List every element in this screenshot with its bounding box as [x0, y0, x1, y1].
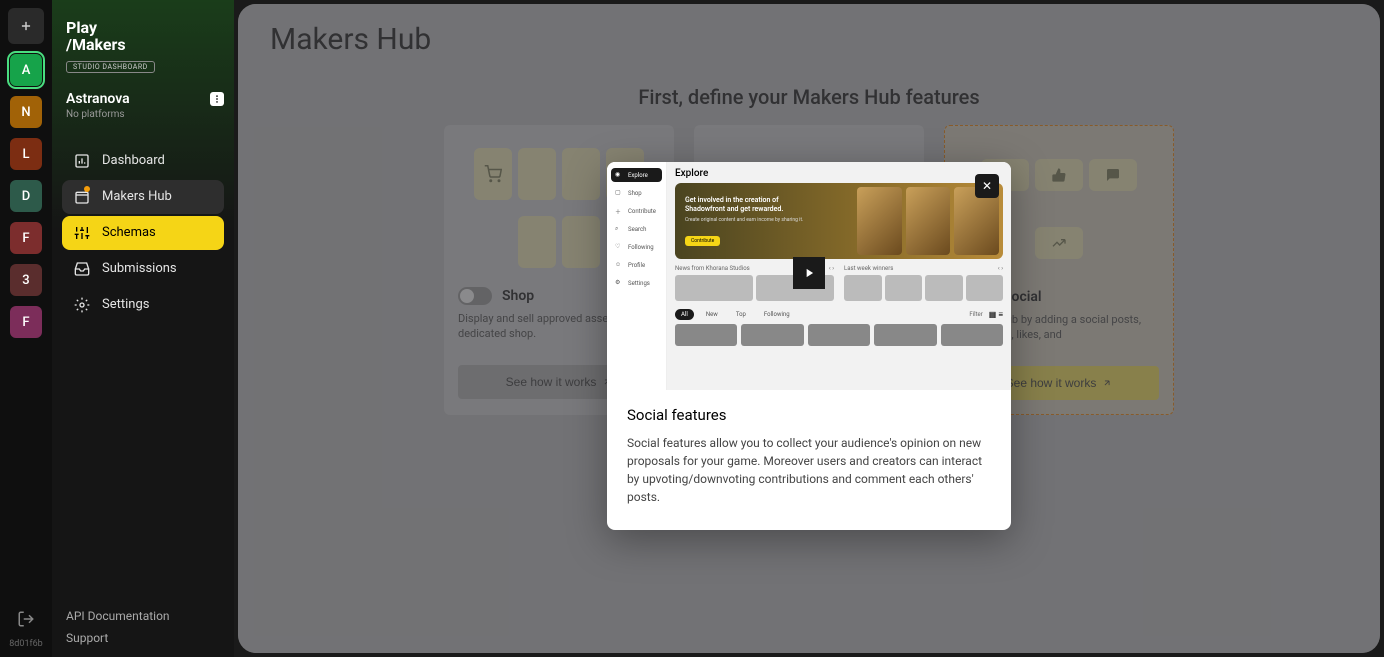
- nav-dashboard[interactable]: Dashboard: [62, 144, 224, 178]
- org-rail: A N L D F 3 F 8d01f6b: [0, 0, 52, 657]
- add-org-button[interactable]: [8, 8, 44, 44]
- nav-makers-hub[interactable]: Makers Hub: [62, 180, 224, 214]
- nav-submissions[interactable]: Submissions: [62, 252, 224, 286]
- news-label: News from Khorana Studios: [675, 265, 750, 272]
- plus-icon: ＋: [615, 207, 623, 215]
- banner-cta: Contribute: [685, 236, 720, 246]
- org-menu-button[interactable]: [210, 92, 224, 106]
- footer-api-link[interactable]: API Documentation: [66, 609, 224, 623]
- nav-schemas[interactable]: Schemas: [62, 216, 224, 250]
- preview-tab: Top: [730, 309, 752, 320]
- preview-side-item: ◉Explore: [611, 168, 662, 182]
- main-panel: Makers Hub First, define your Makers Hub…: [238, 4, 1380, 653]
- gear-icon: [74, 297, 90, 313]
- org-tile-0[interactable]: A: [10, 54, 42, 86]
- gear-icon: ⚙: [615, 279, 623, 287]
- org-tile-3[interactable]: D: [10, 180, 42, 212]
- preview-tab: Following: [758, 309, 796, 320]
- preview-side-item: ⚙Settings: [611, 276, 662, 290]
- nav: Dashboard Makers Hub Schemas Submissions…: [62, 144, 224, 322]
- org-tile-1[interactable]: N: [10, 96, 42, 128]
- winners-label: Last week winners: [844, 265, 893, 272]
- preview-title: Explore: [675, 168, 1003, 179]
- preview-tabs: All New Top Following Filter ▦ ≡: [675, 309, 1003, 320]
- nav-label: Submissions: [102, 261, 177, 276]
- nav-label: Settings: [102, 297, 149, 312]
- preview-side-item: ＋Contribute: [611, 204, 662, 218]
- banner-sub: Create original content and earn income …: [685, 217, 805, 223]
- preview-side-item: ♡Following: [611, 240, 662, 254]
- preview-side-item: ☺Profile: [611, 258, 662, 272]
- banner-headline: Get involved in the creation of Shadowfr…: [685, 196, 805, 214]
- logo-badge: STUDIO DASHBOARD: [66, 61, 155, 73]
- org-tile-4[interactable]: F: [10, 222, 42, 254]
- logo-line2: /Makers: [66, 37, 224, 54]
- play-video-button[interactable]: [793, 257, 825, 289]
- modal-desc: Social features allow you to collect you…: [627, 434, 991, 506]
- modal-preview: ◉Explore ▢Shop ＋Contribute ⌕Search ♡Foll…: [607, 162, 1011, 390]
- org-tile-5[interactable]: 3: [10, 264, 42, 296]
- user-icon: ☺: [615, 261, 623, 269]
- preview-side-item: ▢Shop: [611, 186, 662, 200]
- home-icon: ◉: [615, 171, 623, 179]
- preview-tab: New: [700, 309, 724, 320]
- modal-body: Social features Social features allow yo…: [607, 390, 1011, 530]
- inbox-icon: [74, 261, 90, 277]
- preview-tab: All: [675, 309, 694, 320]
- nav-label: Makers Hub: [102, 189, 172, 204]
- modal-overlay[interactable]: ✕ ◉Explore ▢Shop ＋Contribute ⌕Search ♡Fo…: [238, 4, 1380, 653]
- nav-label: Schemas: [102, 225, 156, 240]
- org-tile-6[interactable]: F: [10, 306, 42, 338]
- modal: ✕ ◉Explore ▢Shop ＋Contribute ⌕Search ♡Fo…: [607, 162, 1011, 530]
- search-icon: ⌕: [615, 225, 623, 233]
- preview-side-item: ⌕Search: [611, 222, 662, 236]
- notification-dot: [84, 186, 90, 192]
- sliders-icon: [74, 225, 90, 241]
- exit-button[interactable]: [10, 603, 42, 635]
- bar-chart-icon: [74, 153, 90, 169]
- modal-close-button[interactable]: ✕: [975, 174, 999, 198]
- sidebar: Play /Makers STUDIO DASHBOARD Astranova …: [52, 0, 234, 657]
- preview-banner: Get involved in the creation of Shadowfr…: [675, 183, 1003, 259]
- org-sub: No platforms: [62, 109, 224, 120]
- modal-title: Social features: [627, 406, 991, 424]
- org-tile-2[interactable]: L: [10, 138, 42, 170]
- nav-label: Dashboard: [102, 153, 165, 168]
- footer-support-link[interactable]: Support: [66, 631, 224, 645]
- bag-icon: ▢: [615, 189, 623, 197]
- preview-sidebar: ◉Explore ▢Shop ＋Contribute ⌕Search ♡Foll…: [607, 162, 667, 390]
- version-label: 8d01f6b: [9, 639, 43, 649]
- play-icon: [802, 266, 816, 280]
- nav-settings[interactable]: Settings: [62, 288, 224, 322]
- main-wrap: Makers Hub First, define your Makers Hub…: [234, 0, 1384, 657]
- heart-icon: ♡: [615, 243, 623, 251]
- preview-filter: Filter: [969, 311, 982, 318]
- logo: Play /Makers STUDIO DASHBOARD: [62, 20, 224, 73]
- org-name: Astranova: [66, 91, 130, 107]
- preview-main: Explore Get involved in the creation of …: [667, 162, 1011, 390]
